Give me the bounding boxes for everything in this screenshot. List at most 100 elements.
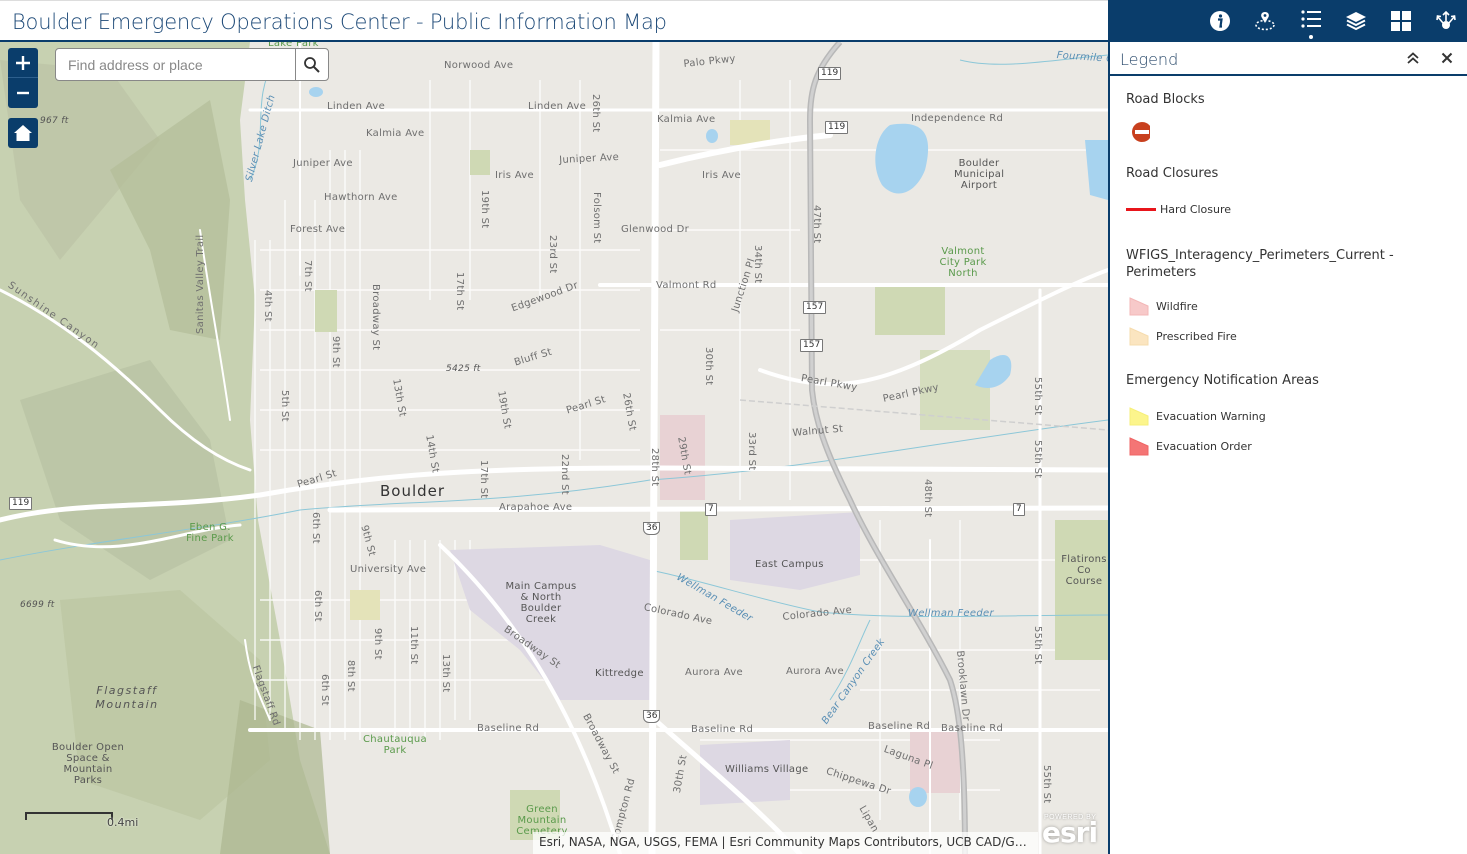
map-label: Juniper Ave: [293, 158, 353, 169]
map-label: Wellman Feeder: [908, 608, 994, 619]
lake: [875, 123, 929, 194]
park-area: [470, 150, 490, 175]
app-header: Boulder Emergency Operations Center - Pu…: [0, 0, 1108, 42]
map-label: 30th St: [703, 347, 714, 386]
close-panel-button[interactable]: [1437, 48, 1457, 68]
legend-item-label: Hard Closure: [1160, 202, 1232, 216]
map-label: Broadway St: [370, 284, 381, 351]
campus-area: [730, 512, 860, 590]
map-label: 26th St: [590, 94, 601, 133]
basemap-gallery-icon: [1391, 11, 1411, 31]
legend-item-label: Wildfire: [1156, 299, 1198, 313]
map-label-elevation: 967 ft: [40, 116, 69, 126]
map-label: Kalmia Ave: [657, 114, 716, 125]
pond: [309, 87, 323, 97]
app-window: Boulder Emergency Operations Center - Pu…: [0, 0, 1467, 854]
legend-item-label: Evacuation Warning: [1156, 409, 1266, 423]
zoom-out-button[interactable]: [8, 78, 38, 108]
map-label: Linden Ave: [528, 101, 587, 112]
map-label: 11th St: [408, 626, 419, 665]
us-highway-shield: 36: [643, 522, 661, 535]
map-label: Baseline Rd: [477, 723, 540, 734]
map-label: 7th St: [302, 260, 313, 292]
legend-group-title: WFIGS_Interagency_Perimeters_Current - P…: [1126, 248, 1394, 280]
map-label-elevation: 5425 ft: [446, 364, 481, 374]
map-label: 9th St: [372, 628, 383, 660]
map-label: Glenwood Dr: [621, 224, 690, 235]
map-label: 8th St: [345, 660, 356, 692]
map-label: 28th St: [649, 448, 660, 487]
highway-shield: 157: [803, 301, 827, 314]
us-highway-shield: 36: [643, 710, 661, 723]
highway-shield: 7: [705, 503, 717, 516]
scale-bar-label: 0.4mi: [107, 816, 139, 829]
map-label: 4th St: [262, 290, 273, 322]
map-label-elevation: 6699 ft: [20, 600, 55, 610]
home-icon: [14, 125, 32, 141]
plus-icon: [16, 55, 30, 70]
chevron-double-up-icon: [1407, 52, 1419, 64]
map-label: 6th St: [310, 512, 321, 544]
map-label: Aurora Ave: [786, 666, 844, 677]
map-label: 33rd St: [746, 432, 757, 471]
map-label: 13th St: [440, 654, 451, 693]
search-button[interactable]: [295, 49, 328, 80]
legend-item: Evacuation Order: [1126, 434, 1252, 458]
map-label: Folsom St: [591, 192, 602, 244]
zoom-in-button[interactable]: [8, 48, 38, 78]
search-icon: [304, 56, 320, 73]
basemap-gallery-button[interactable]: [1388, 8, 1414, 34]
map-label: Hawthorn Ave: [324, 192, 398, 203]
highway-shield: 119: [818, 67, 842, 80]
map-label: Main Campus & North Boulder Creek: [505, 581, 577, 625]
map-label: Sanitas Valley Trail: [195, 234, 206, 334]
highway-shield: 7: [1013, 503, 1025, 516]
map-label: Baseline Rd: [941, 723, 1004, 734]
highway-shield: 119: [9, 497, 33, 510]
map-label: 17th St: [454, 272, 465, 311]
map-pin-icon: [1255, 12, 1275, 31]
search-input[interactable]: [56, 49, 295, 80]
map-label: 55th St: [1032, 626, 1043, 665]
map-label: Norwood Ave: [444, 60, 514, 71]
map-label: Iris Ave: [702, 170, 741, 181]
map-label: 9th St: [330, 336, 341, 368]
polygon-symbol: [1129, 297, 1149, 316]
map-label: 19th St: [479, 190, 490, 229]
map-label: Aurora Ave: [685, 667, 743, 678]
map-view[interactable]: Lake Park Norwood Ave Palo Pkwy Fourmile…: [0, 42, 1108, 854]
about-button[interactable]: [1207, 8, 1233, 34]
esri-logo[interactable]: POWERED BY esri: [1040, 812, 1108, 852]
map-attribution[interactable]: Esri, NASA, NGA, USGS, FEMA | Esri Commu…: [533, 832, 1038, 854]
share-button[interactable]: [1433, 8, 1459, 34]
map-label: Boulder Municipal Airport: [954, 158, 1005, 191]
map-label: Flagstaff Mountain: [95, 684, 159, 711]
esri-brand-text: esri: [1042, 816, 1098, 849]
layer-list-button[interactable]: [1343, 8, 1369, 34]
line-symbol: [1126, 207, 1156, 211]
map-label: Kalmia Ave: [366, 128, 425, 139]
home-button[interactable]: [8, 118, 38, 148]
map-label: Valmont City Park North: [939, 246, 987, 279]
map-label: 55th St: [1032, 377, 1043, 416]
legend-panel: Legend Road Blocks Road Closures Hard Cl…: [1108, 42, 1467, 854]
legend-item: Hard Closure: [1126, 197, 1231, 221]
map-label: Arapahoe Ave: [499, 502, 573, 513]
map-label: Williams Village: [725, 764, 809, 775]
panel-header: Legend: [1110, 42, 1467, 76]
near-me-button[interactable]: [1252, 8, 1278, 34]
collapse-panel-button[interactable]: [1403, 48, 1423, 68]
legend-group-title: Road Closures: [1126, 166, 1219, 181]
legend-item: Prescribed Fire: [1126, 324, 1237, 348]
legend-item-label: Prescribed Fire: [1156, 329, 1237, 343]
map-label: Baseline Rd: [691, 724, 754, 735]
legend-item: [1126, 120, 1150, 144]
scale-bar: [25, 812, 113, 820]
map-label: 6th St: [319, 674, 330, 706]
legend-button[interactable]: [1298, 8, 1324, 39]
map-label: Kittredge: [595, 668, 644, 679]
layers-icon: [1346, 12, 1366, 31]
polygon-symbol: [1129, 327, 1149, 346]
lake: [1085, 140, 1108, 200]
map-label: Flatirons Co Course: [1061, 554, 1107, 587]
